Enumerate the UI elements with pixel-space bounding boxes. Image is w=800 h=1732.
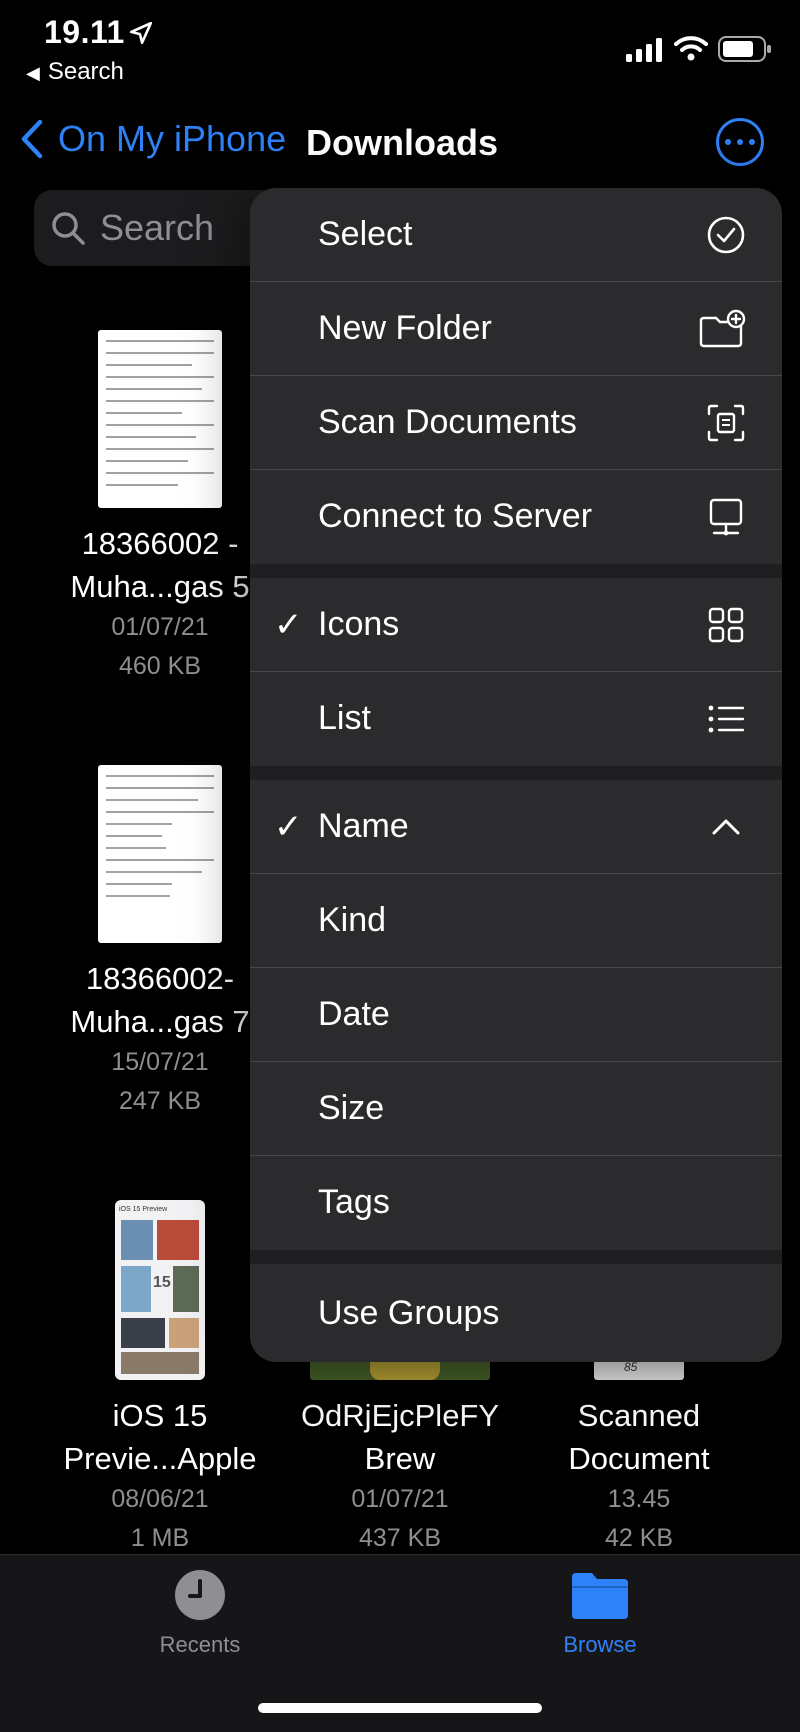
page-title: Downloads (306, 122, 499, 163)
checkmark-circle-icon (707, 216, 745, 253)
menu-item-connect-to-server[interactable]: Connect to Server (250, 470, 782, 563)
file-date: 15/07/21 (111, 1048, 209, 1076)
file-name-line: iOS 15 (112, 1398, 208, 1433)
ellipsis-dot (737, 139, 743, 145)
home-indicator (258, 1703, 542, 1713)
more-options-button[interactable] (716, 118, 764, 166)
file-date: 08/06/21 (111, 1485, 209, 1513)
file-date: 01/07/21 (111, 613, 209, 641)
file-name-line: Brew (364, 1441, 436, 1476)
folder-icon (572, 1573, 628, 1619)
search-placeholder: Search (100, 207, 215, 248)
menu-item-label: Select (318, 215, 413, 253)
server-monitor-icon (709, 498, 743, 535)
navigation-bar: On My iPhone Downloads (0, 100, 800, 184)
chevron-up-icon (712, 819, 740, 834)
file-date: 01/07/21 (351, 1485, 449, 1513)
menu-item-sort-kind[interactable]: Kind (250, 874, 782, 967)
handwritten-document-thumbnail (98, 765, 222, 943)
back-triangle-icon: ◀ (26, 63, 40, 83)
ellipsis-dot (725, 139, 731, 145)
folder-add-icon (699, 309, 746, 347)
menu-item-label: Connect to Server (318, 497, 593, 535)
menu-item-label: Kind (318, 901, 387, 939)
back-to-app-link[interactable]: ◀ Search (26, 58, 124, 86)
tab-browse[interactable]: Browse (500, 1569, 700, 1658)
file-name-line: 18366002 - (81, 526, 239, 561)
ios-preview-thumbnail: iOS 15 Preview 15 (115, 1200, 205, 1380)
file-size: 437 KB (358, 1524, 441, 1552)
tab-label: Recents (159, 1632, 241, 1657)
cellular-signal-icon (626, 38, 662, 62)
menu-item-label: List (318, 699, 371, 737)
menu-item-label: New Folder (318, 309, 492, 347)
file-name-line: 18366002- (85, 961, 235, 996)
battery-icon (718, 36, 771, 62)
location-arrow-icon (129, 21, 153, 45)
back-button-label: On My iPhone (58, 118, 287, 159)
file-item[interactable]: 18366002 - Muha...gas 5 01/07/21 460 KB (40, 330, 280, 686)
file-size: 42 KB (604, 1524, 674, 1552)
menu-item-sort-tags[interactable]: Tags (250, 1156, 782, 1249)
list-view-icon (708, 705, 745, 732)
tab-label: Browse (563, 1632, 637, 1657)
file-size: 1 MB (130, 1524, 190, 1552)
menu-item-scan-documents[interactable]: Scan Documents (250, 376, 782, 469)
back-app-label: Search (47, 58, 124, 85)
menu-item-label: Date (318, 995, 390, 1033)
back-button[interactable]: On My iPhone (18, 118, 286, 160)
menu-item-label: Use Groups (318, 1293, 500, 1332)
checkmark-icon: ✓ (274, 807, 303, 846)
status-bar: 19.11 ◀ Search (0, 0, 800, 100)
grid-view-icon (708, 607, 744, 642)
options-menu: Select New Folder Scan Documents Connect… (250, 188, 782, 1362)
menu-item-list-view[interactable]: List (250, 672, 782, 765)
menu-item-label: Name (318, 807, 409, 845)
file-name-line: OdRjEjcPleFY (300, 1398, 500, 1433)
thumb-caption: iOS 15 Preview (119, 1206, 168, 1213)
handwritten-document-thumbnail (98, 330, 222, 508)
file-size: 460 KB (118, 652, 201, 680)
menu-item-icons-view[interactable]: ✓ Icons (250, 578, 782, 671)
menu-item-sort-date[interactable]: Date (250, 968, 782, 1061)
menu-item-sort-size[interactable]: Size (250, 1062, 782, 1155)
wifi-icon (674, 36, 708, 61)
menu-item-label: Icons (318, 605, 400, 643)
tab-recents[interactable]: Recents (100, 1569, 300, 1658)
chevron-left-icon (21, 119, 43, 159)
file-name-line: Document (568, 1441, 710, 1476)
file-name-line: Scanned (577, 1398, 701, 1433)
ellipsis-dot (749, 139, 755, 145)
menu-item-label: Size (318, 1089, 385, 1127)
file-name-line: Muha...gas 7 (70, 1004, 250, 1039)
checkmark-icon: ✓ (274, 605, 303, 644)
search-icon (52, 212, 85, 245)
menu-item-label: Tags (318, 1183, 390, 1221)
thumb-mark: 85 (624, 1360, 638, 1374)
menu-item-select[interactable]: Select (250, 188, 782, 281)
status-time: 19.11 (44, 14, 125, 50)
file-item[interactable]: 18366002- Muha...gas 7 15/07/21 247 KB (40, 765, 280, 1121)
file-name-line: Muha...gas 5 (70, 569, 250, 604)
file-name-line: Previe...Apple (63, 1441, 257, 1476)
file-item[interactable]: iOS 15 Preview 15 iOS 15 Previe...Apple … (40, 1200, 280, 1558)
file-size: 247 KB (118, 1087, 201, 1115)
document-scanner-icon (707, 404, 745, 441)
menu-item-use-groups[interactable]: Use Groups (250, 1264, 782, 1362)
file-date: 13.45 (607, 1485, 671, 1513)
clock-icon (175, 1570, 225, 1620)
menu-item-label: Scan Documents (318, 403, 577, 441)
menu-item-sort-name[interactable]: ✓ Name (250, 780, 782, 873)
thumb-number: 15 (153, 1274, 171, 1291)
menu-item-new-folder[interactable]: New Folder (250, 282, 782, 375)
